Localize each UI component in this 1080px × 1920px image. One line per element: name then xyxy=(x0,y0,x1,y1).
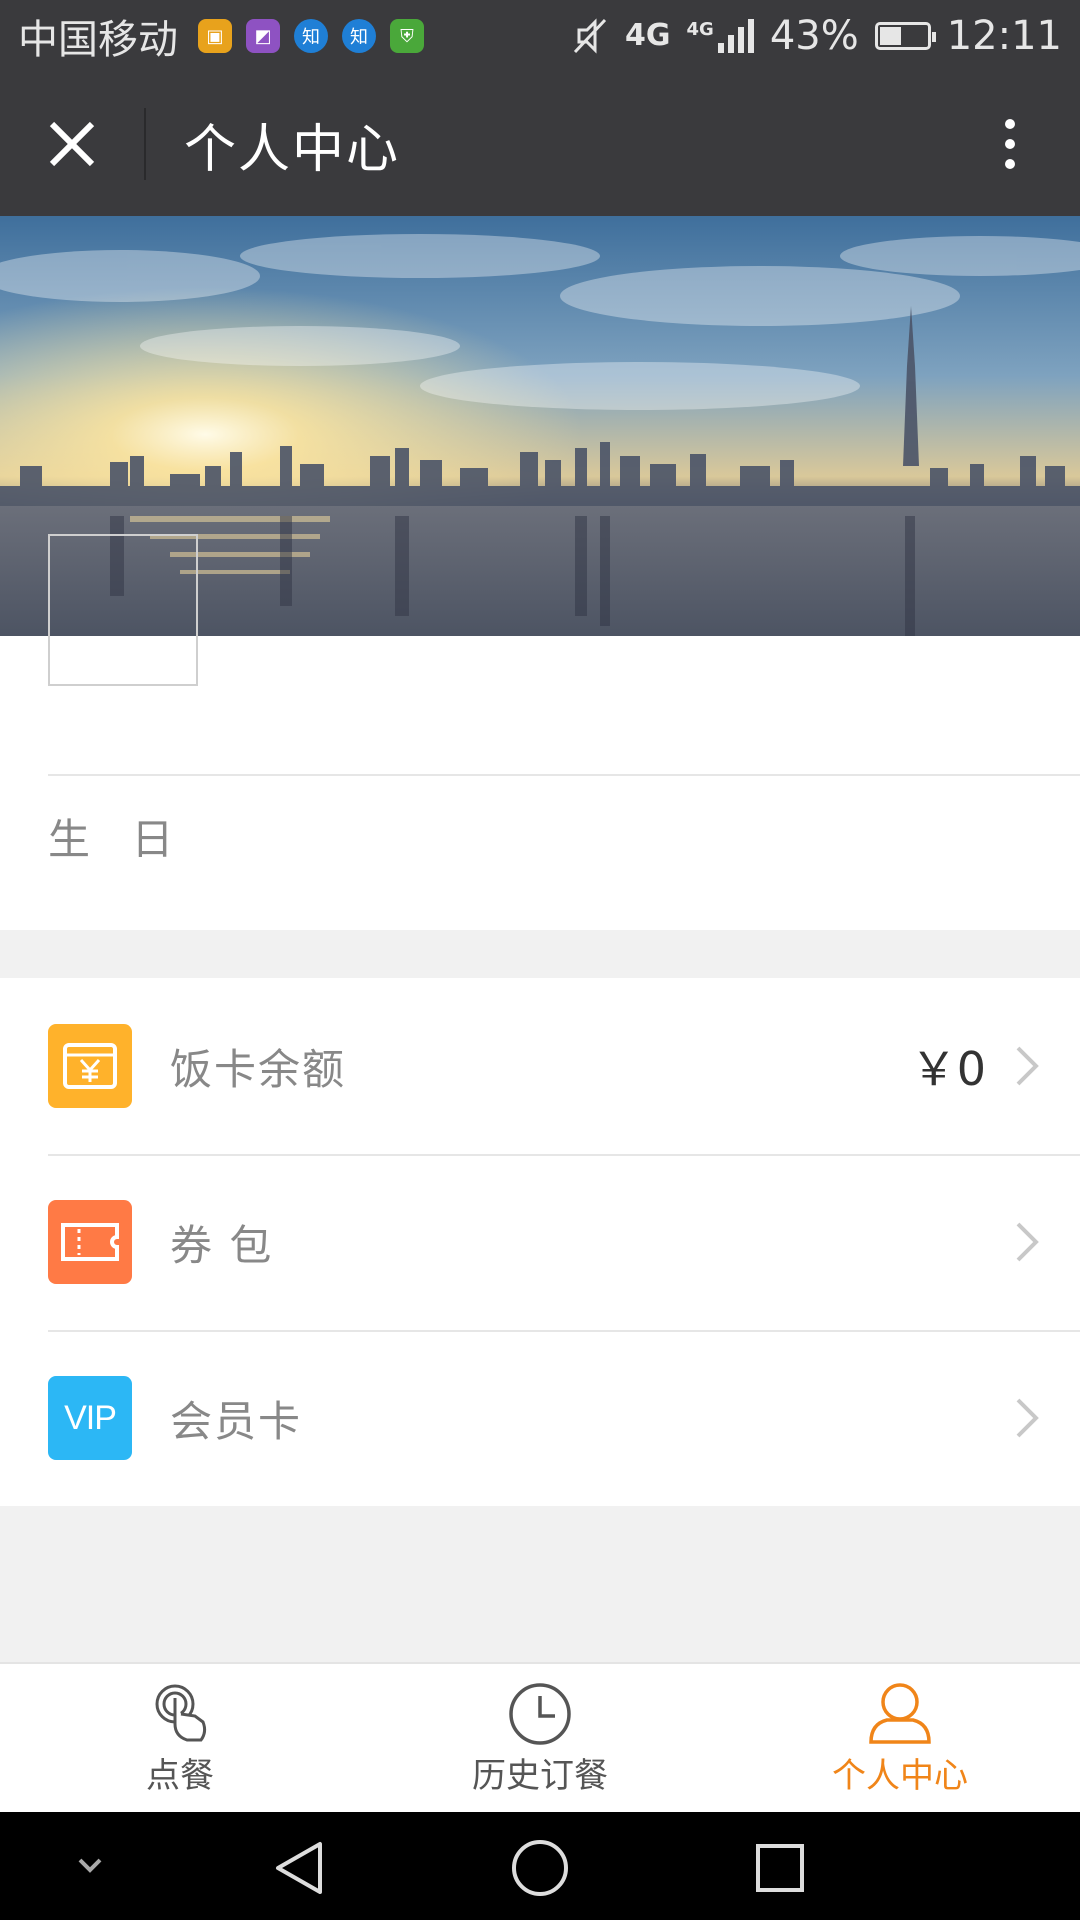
chevron-down-icon[interactable] xyxy=(72,1852,108,1880)
birthday-label: 生 日 xyxy=(48,815,188,864)
tab-order-history[interactable]: 历史订餐 xyxy=(360,1664,720,1812)
chevron-right-icon xyxy=(1016,1046,1039,1086)
avatar[interactable] xyxy=(48,534,198,686)
chevron-right-icon xyxy=(1016,1398,1039,1438)
user-icon xyxy=(869,1682,931,1744)
page-title: 个人中心 xyxy=(184,119,401,180)
close-icon xyxy=(49,121,95,167)
meal-card-balance: ￥0 xyxy=(910,1042,986,1096)
back-icon[interactable] xyxy=(272,1840,328,1896)
system-nav-bar xyxy=(0,1812,1080,1920)
tab-label: 点餐 xyxy=(146,1755,214,1796)
title-bar: 个人中心 xyxy=(0,72,1080,216)
yen-card-icon xyxy=(63,1043,117,1089)
battery-icon xyxy=(874,22,936,50)
mute-icon xyxy=(573,18,607,54)
zhihu-icon: 知 xyxy=(294,19,328,53)
tap-order-icon xyxy=(155,1684,207,1741)
clock: 12:11 xyxy=(946,13,1062,59)
battery-percent: 43% xyxy=(769,13,859,59)
more-dot xyxy=(1005,119,1015,129)
gallery-icon: ◩ xyxy=(246,19,280,53)
zhihu-icon: 知 xyxy=(342,19,376,53)
tab-label: 历史订餐 xyxy=(472,1755,608,1796)
chevron-right-icon xyxy=(1016,1222,1039,1262)
close-button[interactable] xyxy=(0,72,144,216)
network-type-small: 4G xyxy=(686,19,714,40)
tab-order[interactable]: 点餐 xyxy=(0,1664,360,1812)
tab-label: 个人中心 xyxy=(832,1755,968,1796)
network-type: 4G xyxy=(625,18,671,53)
recent-apps-icon[interactable] xyxy=(754,1842,806,1894)
menu-item-meal-card-balance[interactable]: 饭卡余额 ￥0 xyxy=(0,978,1080,1154)
shield-icon: ⛨ xyxy=(390,19,424,53)
account-menu: 饭卡余额 ￥0 券 包 VIP 会员卡 xyxy=(0,978,1080,1506)
home-icon[interactable] xyxy=(510,1838,570,1898)
coupon-icon xyxy=(48,1200,132,1284)
more-dot xyxy=(1005,159,1015,169)
signal-icon: 4G xyxy=(687,19,754,53)
meal-card-icon xyxy=(48,1024,132,1108)
menu-item-label: 券 包 xyxy=(170,1220,274,1270)
clock-icon xyxy=(509,1682,571,1745)
menu-item-label: 饭卡余额 xyxy=(170,1044,347,1094)
wallet-icon: ▣ xyxy=(198,19,232,53)
title-divider xyxy=(144,108,146,180)
divider xyxy=(48,774,1080,776)
vip-icon-text: VIP xyxy=(64,1398,117,1437)
carrier-name: 中国移动 xyxy=(18,17,178,63)
ticket-icon xyxy=(61,1223,119,1261)
vip-icon: VIP xyxy=(48,1376,132,1460)
bottom-tab-bar: 点餐 历史订餐 个人中心 xyxy=(0,1662,1080,1812)
menu-item-label: 会员卡 xyxy=(170,1396,303,1446)
more-dot xyxy=(1005,139,1015,149)
menu-item-coupon-wallet[interactable]: 券 包 xyxy=(0,1154,1080,1330)
status-bar: 中国移动 ▣ ◩ 知 知 ⛨ 4G 4G 43% 12:11 xyxy=(0,0,1080,72)
menu-item-membership-card[interactable]: VIP 会员卡 xyxy=(0,1330,1080,1506)
tab-personal-center[interactable]: 个人中心 xyxy=(720,1664,1080,1812)
more-menu-button[interactable] xyxy=(940,72,1080,216)
